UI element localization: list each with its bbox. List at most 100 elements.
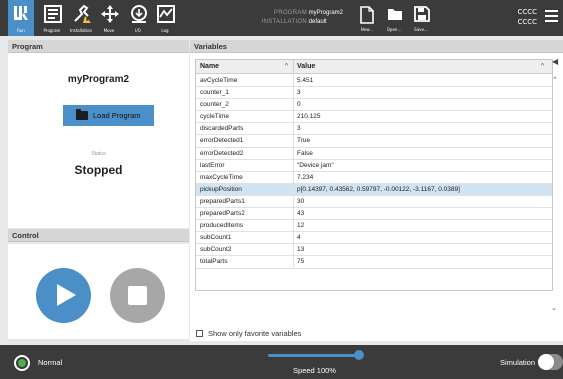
stop-button[interactable] — [110, 268, 165, 323]
program-pane: myProgram2 Load Program Status Stopped — [8, 53, 189, 228]
variable-value: 5.451 — [297, 77, 314, 84]
loaded-program-name: myProgram2 — [67, 74, 130, 85]
variable-name: cycleTime — [200, 113, 230, 121]
installation-icon — [74, 4, 91, 23]
sort-name-icon[interactable]: ^ — [285, 63, 288, 69]
variable-value: 75 — [297, 258, 305, 266]
variable-name: counter_2 — [200, 101, 229, 109]
new-button[interactable]: New... — [356, 4, 378, 34]
variables-pane: Name ^ Value ^ avCycleTime 5.451 counter_1… — [190, 53, 563, 341]
table-row[interactable]: preparedParts1 30 — [196, 195, 552, 209]
variable-name: producedItems — [200, 222, 243, 230]
save-button[interactable]: Save... — [410, 4, 432, 34]
nav-log-label: Log — [161, 28, 169, 33]
col-header-name[interactable]: Name — [200, 63, 219, 70]
table-row[interactable]: lastError "Device jam" — [196, 159, 552, 172]
variable-value: False — [297, 149, 313, 157]
robot-power-status-icon[interactable] — [14, 355, 30, 371]
program-status: Stopped — [74, 163, 123, 177]
variables-table[interactable]: Name ^ Value ^ avCycleTime 5.451 counter_1… — [195, 59, 553, 291]
table-row[interactable]: totalParts 75 — [196, 256, 552, 269]
load-program-label: Load Program — [93, 111, 141, 120]
variable-name: counter_1 — [200, 89, 229, 97]
nav-log[interactable]: Log — [153, 0, 177, 36]
table-row[interactable]: errorDetected1 True — [196, 135, 552, 148]
table-row[interactable]: preparedParts2 43 — [196, 208, 552, 221]
variable-name: subCount2 — [200, 246, 232, 254]
ur-logo-icon — [14, 6, 28, 20]
program-value: myProgram2 — [308, 10, 344, 16]
open-folder-icon — [388, 9, 402, 20]
table-row[interactable]: subCount2 13 — [196, 244, 552, 257]
speed-label: Speed 100% — [293, 366, 336, 375]
variable-value: p[0.14397, 0.43562, 0.59797, -0.00122, -… — [297, 185, 460, 193]
variable-value: 210.125 — [297, 113, 321, 121]
scroll-up-icon[interactable]: ⌃ — [552, 76, 558, 84]
open-button[interactable]: Open... — [383, 4, 405, 34]
header-right-info: CCCC CCCC — [517, 7, 537, 27]
variable-value: 0 — [297, 101, 301, 109]
variable-name: errorDetected1 — [200, 137, 244, 145]
bottom-status-bar: Normal Speed 100% Simulation — [0, 345, 563, 379]
col-header-value[interactable]: Value — [297, 63, 315, 70]
table-row[interactable]: producedItems 12 — [196, 220, 552, 233]
variable-name: avCycleTime — [200, 77, 238, 84]
variables-rows: avCycleTime 5.451 counter_1 3 counter_2 0 cycl… — [196, 75, 552, 269]
save-label: Save... — [414, 27, 428, 32]
move-arrows-icon — [101, 5, 119, 23]
new-file-icon — [360, 6, 374, 24]
robot-status-text: Normal — [38, 358, 63, 367]
table-row[interactable]: counter_1 3 — [196, 87, 552, 100]
variable-value: True — [297, 137, 311, 145]
variable-name: totalParts — [200, 258, 228, 266]
variable-name: pickupPosition — [200, 185, 242, 193]
table-row[interactable]: pickupPosition p[0.14397, 0.43562, 0.5979… — [196, 183, 552, 196]
play-button[interactable] — [36, 268, 91, 323]
variable-name: maxCycleTime — [200, 173, 243, 181]
table-row[interactable]: counter_2 0 — [196, 99, 552, 112]
control-pane — [8, 244, 189, 339]
control-pane-title: Control — [8, 229, 189, 242]
simulation-toggle[interactable] — [538, 354, 563, 370]
variable-value: 43 — [297, 210, 305, 218]
column-toggle-icon[interactable]: ◀ — [552, 57, 558, 66]
table-row[interactable]: cycleTime 210.125 — [196, 111, 552, 124]
nav-installation[interactable]: Installation — [69, 0, 93, 36]
table-row[interactable]: avCycleTime 5.451 — [196, 75, 552, 88]
favorite-checkbox[interactable] — [196, 330, 203, 337]
table-row[interactable]: subCount1 4 — [196, 232, 552, 245]
folder-icon — [76, 109, 88, 120]
variable-value: 7.234 — [297, 173, 314, 181]
variables-pane-title: Variables — [190, 40, 563, 53]
header-right-line-1: CCCC — [517, 8, 537, 16]
table-row[interactable]: discardedParts 3 — [196, 123, 552, 136]
nav-run[interactable]: Run — [8, 0, 34, 36]
variable-name: preparedParts2 — [200, 210, 245, 218]
table-header: Name ^ Value ^ — [196, 60, 552, 74]
load-program-button[interactable]: Load Program — [63, 105, 154, 126]
table-row[interactable]: maxCycleTime 7.234 — [196, 171, 552, 184]
variable-value: 12 — [297, 222, 305, 230]
variable-name: errorDetected2 — [200, 149, 244, 157]
program-icon — [44, 5, 62, 23]
top-toolbar: Run Program Installation Move I/O Log PR… — [0, 0, 563, 36]
variable-value: 30 — [297, 197, 305, 205]
hamburger-menu-icon[interactable] — [545, 10, 558, 24]
simulation-label: Simulation — [500, 358, 536, 367]
table-row[interactable]: errorDetected2 False — [196, 147, 552, 160]
log-chart-icon — [157, 5, 175, 23]
speed-slider-track[interactable] — [268, 354, 361, 357]
speed-slider-thumb[interactable] — [354, 350, 364, 360]
sort-value-icon[interactable]: ^ — [541, 63, 544, 69]
variable-name: subCount1 — [200, 234, 232, 242]
scroll-down-icon[interactable]: ⌄ — [551, 304, 557, 312]
variable-value: 3 — [297, 89, 301, 97]
nav-program[interactable]: Program — [40, 0, 64, 36]
favorite-checkbox-label: Show only favorite variables — [208, 329, 302, 338]
nav-move[interactable]: Move — [97, 0, 121, 36]
variable-value: "Device jam" — [297, 161, 334, 169]
variable-value: 3 — [297, 125, 301, 133]
variable-name: discardedParts — [200, 125, 244, 133]
variable-value: 4 — [297, 234, 301, 242]
status-label: Status — [91, 151, 106, 157]
